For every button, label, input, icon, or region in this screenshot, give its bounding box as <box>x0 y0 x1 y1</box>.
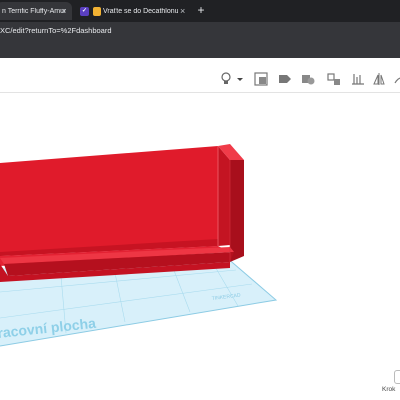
shapes-icon[interactable] <box>277 71 293 87</box>
hand-favicon-icon <box>93 6 101 16</box>
workplane-viewport[interactable]: TINKERCAD racovní plocha <box>0 93 400 400</box>
ungroup-icon[interactable] <box>326 71 342 87</box>
mirror-icon[interactable] <box>372 71 388 87</box>
purple-favicon-icon: ✓ <box>80 6 89 16</box>
object-back-wall <box>0 146 218 256</box>
tab-close-icon[interactable]: × <box>180 6 185 16</box>
lightbulb-icon[interactable] <box>218 71 234 87</box>
object-right-wall-inner <box>218 146 230 246</box>
step-label: Krok <box>382 386 396 393</box>
app-toolbar <box>0 66 400 93</box>
dropdown-caret-icon[interactable] <box>236 71 244 87</box>
workplane-canvas[interactable]: TINKERCAD racovní plocha <box>0 93 400 400</box>
tab-decathlon[interactable]: ✓ Vraťte se do Decathlonu a <box>80 2 190 20</box>
note-icon[interactable] <box>253 71 269 87</box>
bookmark-bar <box>0 42 400 58</box>
tab-close-icon[interactable]: × <box>61 6 66 16</box>
new-tab-button[interactable]: + <box>194 3 208 17</box>
tab-title: n Terrific Fluffy-Amur <box>2 7 67 15</box>
group-icon[interactable] <box>300 71 316 87</box>
url-field[interactable]: XC/edit?returnTo=%2Fdashboard <box>0 26 112 35</box>
object-right-wall-outer <box>230 160 244 262</box>
align-icon[interactable] <box>350 71 366 87</box>
tab-title: Vraťte se do Decathlonu a <box>103 7 178 15</box>
step-field[interactable] <box>394 370 400 384</box>
cruise-icon[interactable] <box>393 71 400 87</box>
browser-tab-strip: n Terrific Fluffy-Amur × ✓ Vraťte se do … <box>0 0 400 22</box>
address-bar: XC/edit?returnTo=%2Fdashboard <box>0 22 400 42</box>
app-toolbar-top <box>0 58 400 66</box>
